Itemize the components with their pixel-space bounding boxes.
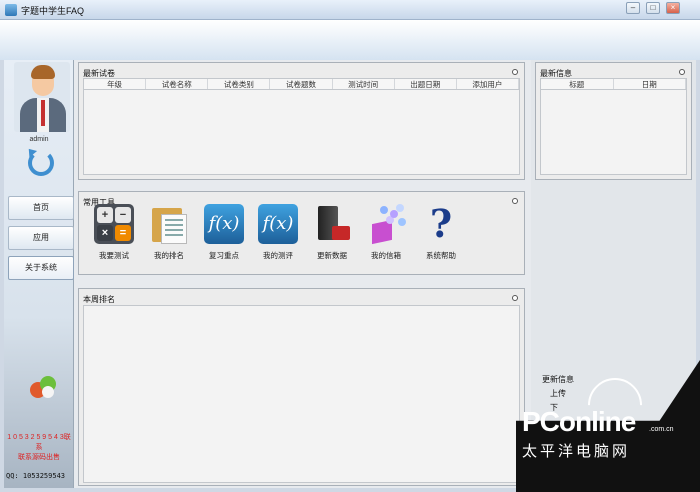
tool-update-data[interactable]: 更新数据: [308, 204, 356, 264]
column-header[interactable]: 出题日期: [395, 79, 457, 89]
sidebar-item-apps[interactable]: 应用: [8, 226, 74, 250]
column-header[interactable]: 试卷类别: [208, 79, 271, 89]
pin-icon[interactable]: [512, 69, 518, 75]
column-header[interactable]: 测试时间: [333, 79, 395, 89]
latest-exams-panel: 最新试卷 年级 试卷名称 试卷类别 试卷题数 测试时间 出题日期 添加用户: [78, 62, 525, 180]
qq-contact: QQ: 1053259543: [6, 472, 66, 480]
tool-review[interactable]: f(x) 复习重点: [200, 204, 248, 264]
pin-icon[interactable]: [512, 295, 518, 301]
tool-mailbox[interactable]: 我的信箱: [362, 204, 410, 264]
tool-help[interactable]: ? 系统帮助: [417, 204, 465, 264]
watermark: PConline .com.cn 太平洋电脑网: [516, 360, 700, 492]
pin-icon[interactable]: [679, 69, 685, 75]
column-header[interactable]: 标题: [541, 79, 614, 89]
software-logo-icon: [30, 376, 58, 400]
tool-label: 我的排名: [154, 251, 184, 260]
column-header[interactable]: 试卷题数: [270, 79, 333, 89]
main-area: 最新试卷 年级 试卷名称 试卷类别 试卷题数 测试时间 出题日期 添加用户 常用…: [74, 60, 531, 488]
panel-title: 本周排名: [83, 295, 115, 304]
tool-rank[interactable]: 我的排名: [145, 204, 193, 264]
tools-panel: 常用工具 + − × = 我要测试 我的排名 f(x) 复习重点 f(x) 我的…: [78, 191, 525, 275]
calculator-icon: + − × =: [94, 204, 134, 244]
mailbox-cube-icon: [366, 204, 406, 245]
watermark-domain: .com.cn: [649, 426, 674, 433]
tool-evaluation[interactable]: f(x) 我的测评: [254, 204, 302, 264]
sidebar-item-about[interactable]: 关于系统: [8, 256, 74, 280]
column-header[interactable]: 添加用户: [457, 79, 519, 89]
function-fx-icon: f(x): [204, 204, 244, 244]
tool-label: 我要测试: [99, 251, 129, 260]
tool-test[interactable]: + − × = 我要测试: [90, 204, 138, 264]
title-bar: 字题中学生FAQ – □ ×: [0, 0, 700, 20]
latest-news-panel: 最新信息 标题 日期: [535, 62, 692, 180]
server-update-icon: [312, 204, 352, 244]
app-icon: [5, 4, 17, 16]
sidebar-item-home[interactable]: 首页: [8, 196, 74, 220]
weekly-rank-panel: 本周排名: [78, 288, 525, 486]
tool-label: 我的信箱: [371, 251, 401, 260]
header-banner: [0, 20, 700, 60]
sidebar: admin 首页 应用 关于系统 1 0 5 3 2 5 9 5 4 3联系 联…: [4, 60, 74, 488]
window-title: 字题中学生FAQ: [21, 6, 85, 16]
close-button[interactable]: ×: [666, 2, 680, 14]
source-sale-note: 联系源码出售: [18, 454, 60, 461]
pin-icon[interactable]: [512, 198, 518, 204]
table-header: 标题 日期: [540, 78, 687, 90]
latest-exams-list[interactable]: [83, 90, 520, 175]
weekly-rank-list[interactable]: [83, 305, 520, 483]
column-header[interactable]: 日期: [614, 79, 686, 89]
latest-news-list[interactable]: [540, 90, 687, 175]
column-header[interactable]: 年级: [84, 79, 147, 89]
folder-documents-icon: [149, 204, 189, 244]
maximize-button[interactable]: □: [646, 2, 660, 14]
tool-label: 我的测评: [263, 251, 293, 260]
watermark-chinese: 太平洋电脑网: [522, 443, 631, 460]
minimize-button[interactable]: –: [626, 2, 640, 14]
username-label: admin: [29, 136, 49, 143]
tool-label: 系统帮助: [426, 251, 456, 260]
tool-label: 复习重点: [209, 251, 239, 260]
avatar: [14, 62, 70, 132]
watermark-brand: PConline: [522, 406, 636, 437]
question-mark-icon: ?: [429, 201, 453, 246]
contact-note: 1 0 5 3 2 5 9 5 4 3联系: [7, 434, 71, 451]
column-header[interactable]: 试卷名称: [146, 79, 209, 89]
function-fx-icon: f(x): [258, 204, 298, 244]
table-header: 年级 试卷名称 试卷类别 试卷题数 测试时间 出题日期 添加用户: [83, 78, 520, 90]
tool-label: 更新数据: [317, 251, 347, 260]
